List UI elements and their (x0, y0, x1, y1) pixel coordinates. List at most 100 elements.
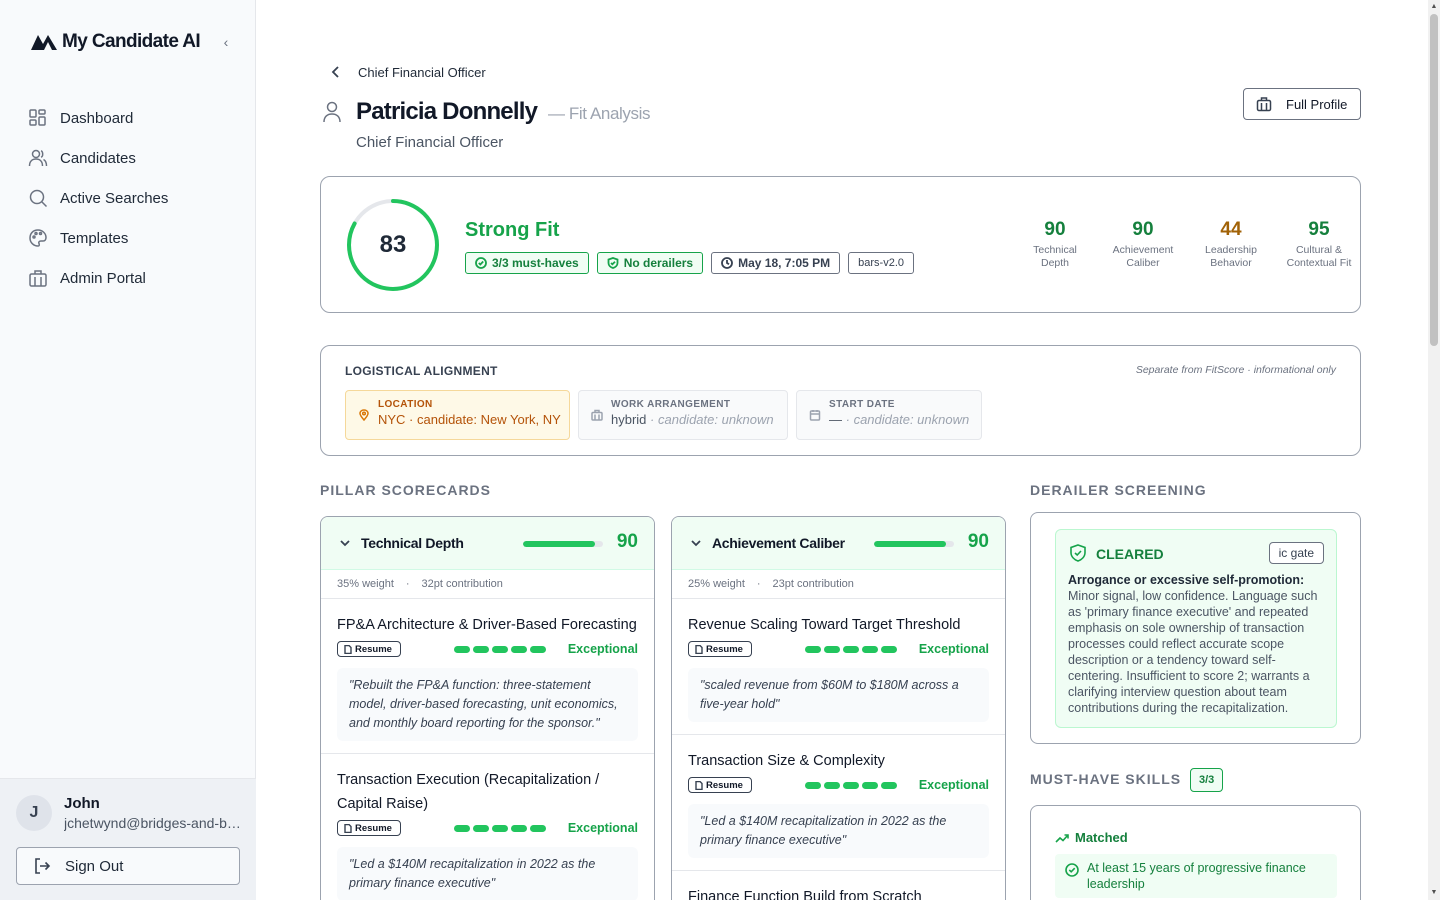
chevron-down-icon[interactable] (690, 537, 702, 549)
rating-dot (861, 781, 878, 789)
document-icon (695, 644, 703, 654)
ic-gate-badge: ic gate (1268, 542, 1324, 564)
sidebar-item-active-searches[interactable]: Active Searches (16, 178, 240, 218)
start-date-key: START DATE (829, 399, 895, 410)
check-circle-icon (1065, 863, 1079, 877)
chevron-left-icon[interactable] (328, 64, 344, 80)
breadcrumb-link[interactable]: Chief Financial Officer (358, 65, 486, 80)
user-name: John (64, 795, 100, 812)
user-icon (323, 101, 341, 123)
logistical-title: LOGISTICAL ALIGNMENT (345, 364, 498, 378)
rating-dot (510, 824, 527, 832)
scroll-thumb[interactable] (1430, 14, 1438, 346)
scroll-down-icon[interactable]: ▼ (1430, 889, 1438, 897)
rating-dot (804, 781, 821, 789)
source-tag: Resume (337, 820, 401, 836)
derailer-cleared-box: CLEARED ic gate Arrogance or excessive s… (1055, 529, 1337, 728)
chevron-down-icon[interactable] (339, 537, 351, 549)
metric-leadership-behavior: 44 Leadership Behavior (1187, 219, 1275, 270)
rating-dot (510, 645, 527, 653)
matched-skill-text: At least 15 years of progressive finance… (1087, 861, 1306, 891)
sidebar-item-admin-portal[interactable]: Admin Portal (16, 258, 240, 298)
logo-mark-icon (31, 35, 57, 50)
rating-dot (880, 781, 897, 789)
pillar-score: 90 (616, 531, 638, 552)
evidence-quote: "scaled revenue from $60M to $180M acros… (688, 668, 989, 722)
must-have-count-badge: 3/3 (1190, 768, 1224, 792)
metric-achievement-caliber: 90 Achievement Caliber (1099, 219, 1187, 270)
pillar-meta: 25% weight · 23pt contribution (672, 570, 1005, 599)
derailer-screening-heading: DERAILER SCREENING (1030, 482, 1207, 498)
derailer-body: Minor signal, low confidence. Language s… (1068, 589, 1318, 715)
rating-dot (472, 645, 489, 653)
sidebar-item-candidates[interactable]: Candidates (16, 138, 240, 178)
rating-dots (804, 781, 897, 789)
logo-text: My Candidate AI (62, 31, 201, 52)
logo[interactable]: My Candidate AI ‹ (30, 28, 240, 56)
location-key: LOCATION (378, 399, 433, 410)
criterion-title: Transaction Execution (Recapitalization … (337, 772, 600, 812)
criterion-title: Transaction Size & Complexity (688, 753, 885, 769)
derailers-chip: No derailers (596, 252, 704, 274)
matched-skill-item: At least 15 years of progressive finance… (1055, 854, 1337, 898)
work-arrangement-key: WORK ARRANGEMENT (611, 399, 731, 410)
pillar-header[interactable]: Achievement Caliber 90 (672, 517, 1005, 570)
criterion-title: Finance Function Build from Scratch (688, 889, 922, 900)
pillar-contribution: 32pt contribution (421, 578, 503, 590)
version-chip: bars-v2.0 (848, 252, 914, 274)
source-tag: Resume (688, 777, 752, 793)
criterion-rating-row: Resume Exceptional (337, 638, 638, 660)
page-scrollbar[interactable]: ▲ ▼ (1428, 0, 1440, 900)
pillar-name: Technical Depth (361, 535, 464, 551)
shield-check-icon (1070, 544, 1086, 562)
candidate-name: Patricia Donnelly (356, 98, 538, 125)
source-tag-label: Resume (355, 822, 392, 834)
criterion-item: Revenue Scaling Toward Target Threshold … (672, 599, 1005, 735)
clock-icon (721, 257, 733, 269)
pillar-header[interactable]: Technical Depth 90 (321, 517, 654, 570)
rating-dot (842, 645, 859, 653)
criterion-rating-row: Resume Exceptional (337, 817, 638, 839)
metric-value: 95 (1308, 219, 1330, 240)
sidebar-item-dashboard[interactable]: Dashboard (16, 98, 240, 138)
rating-dots (453, 824, 546, 832)
date-chip-label: May 18, 7:05 PM (738, 256, 831, 270)
evidence-quote: "Rebuilt the FP&A function: three-statem… (337, 668, 638, 741)
metric-label: Cultural & Contextual Fit (1286, 244, 1352, 269)
derailer-heading: Arrogance or excessive self-promotion: (1068, 573, 1305, 587)
sidebar-item-templates[interactable]: Templates (16, 218, 240, 258)
briefcase-icon (1256, 97, 1272, 112)
pillar-contribution: 23pt contribution (772, 578, 854, 590)
rating-dot (453, 824, 470, 832)
dashboard-icon (29, 109, 46, 126)
criterion-rating-row: Resume Exceptional (688, 638, 989, 660)
rating-dots (453, 645, 546, 653)
rating-dots (804, 645, 897, 653)
derailer-status: CLEARED (1096, 546, 1164, 562)
rating-dot (861, 645, 878, 653)
full-profile-button[interactable]: Full Profile (1243, 88, 1361, 120)
pillar-score: 90 (967, 531, 989, 552)
pillar-weight: 35% weight (337, 578, 394, 590)
rating-dot (804, 645, 821, 653)
pillar-weight: 25% weight (688, 578, 745, 590)
avatar: J (16, 795, 52, 831)
collapse-sidebar-icon[interactable]: ‹ (218, 34, 234, 50)
metric-value: 90 (1044, 219, 1066, 240)
scroll-up-icon[interactable]: ▲ (1430, 3, 1438, 11)
matched-heading: Matched (1055, 830, 1128, 845)
source-tag-label: Resume (355, 643, 392, 655)
trending-up-icon (1055, 833, 1069, 843)
metric-value: 44 (1220, 219, 1242, 240)
start-date-value: — · candidate: unknown (829, 412, 970, 427)
users-icon (28, 149, 48, 167)
document-icon (344, 644, 352, 654)
sign-out-button[interactable]: Sign Out (16, 847, 240, 885)
fit-score-value: 83 (379, 231, 407, 258)
pillar-progress-fill (874, 541, 946, 547)
source-tag-label: Resume (706, 643, 743, 655)
work-arrangement-item: WORK ARRANGEMENT hybrid · candidate: unk… (578, 390, 788, 440)
rating-dot (823, 781, 840, 789)
rating-dot (491, 824, 508, 832)
logistical-items: LOCATION NYC · candidate: New York, NY W… (345, 390, 982, 440)
